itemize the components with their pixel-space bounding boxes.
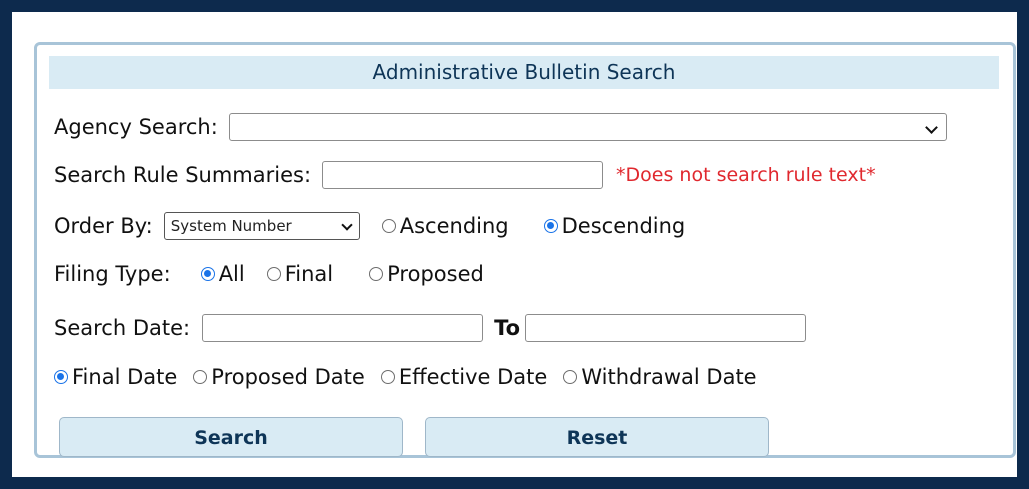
order-row: Order By: System Number Ascending Descen… — [54, 212, 685, 240]
search-panel: Administrative Bulletin Search Agency Se… — [34, 42, 1016, 458]
radio-effective-date-circle[interactable] — [380, 370, 395, 384]
radio-proposed-label: Proposed — [387, 262, 484, 286]
radio-final-date[interactable]: Final Date — [54, 365, 177, 389]
radio-ascending-circle[interactable] — [381, 219, 396, 233]
radio-effective-date-label: Effective Date — [398, 365, 548, 389]
date-type-row: Final Date Proposed Date Effective Date … — [54, 365, 757, 389]
radio-proposed[interactable]: Proposed — [369, 262, 484, 286]
radio-descending-circle[interactable] — [543, 219, 558, 233]
radio-final[interactable]: Final — [266, 262, 334, 286]
radio-withdrawal-date-circle[interactable] — [563, 370, 578, 384]
order-select-value: System Number — [170, 217, 292, 235]
date-to-input[interactable] — [525, 314, 807, 342]
radio-final-date-circle[interactable] — [54, 370, 68, 384]
radio-final-date-label: Final Date — [72, 365, 178, 389]
order-select[interactable]: System Number — [163, 212, 360, 240]
radio-effective-date[interactable]: Effective Date — [380, 365, 548, 389]
date-to-label: To — [494, 316, 521, 340]
date-label: Search Date: — [54, 316, 191, 340]
agency-label: Agency Search: — [54, 115, 218, 139]
agency-select[interactable] — [228, 113, 947, 141]
reset-button[interactable]: Reset — [425, 417, 769, 457]
agency-row: Agency Search: — [54, 113, 947, 141]
radio-withdrawal-date[interactable]: Withdrawal Date — [563, 365, 757, 389]
radio-descending[interactable]: Descending — [543, 214, 686, 238]
radio-all-circle[interactable] — [200, 267, 215, 281]
filing-row: Filing Type: All Final Proposed — [54, 262, 484, 286]
radio-withdrawal-date-label: Withdrawal Date — [581, 365, 757, 389]
radio-proposed-circle[interactable] — [369, 267, 384, 281]
search-note: *Does not search rule text* — [616, 164, 876, 186]
radio-all[interactable]: All — [200, 262, 245, 286]
date-row: Search Date: To — [54, 314, 807, 342]
radio-proposed-date-circle[interactable] — [193, 370, 208, 384]
radio-descending-label: Descending — [561, 214, 686, 238]
radio-final-label: Final — [284, 262, 334, 286]
date-from-input[interactable] — [202, 314, 484, 342]
summaries-row: Search Rule Summaries: *Does not search … — [54, 161, 876, 189]
radio-all-label: All — [218, 262, 245, 286]
summaries-label: Search Rule Summaries: — [54, 163, 312, 187]
summaries-input[interactable] — [322, 161, 604, 189]
panel-title: Administrative Bulletin Search — [49, 56, 999, 89]
search-button[interactable]: Search — [59, 417, 403, 457]
filing-label: Filing Type: — [54, 262, 171, 286]
radio-proposed-date[interactable]: Proposed Date — [193, 365, 365, 389]
order-label: Order By: — [54, 214, 153, 238]
chevron-down-icon — [341, 219, 353, 231]
radio-final-circle[interactable] — [266, 267, 281, 281]
radio-proposed-date-label: Proposed Date — [211, 365, 365, 389]
radio-ascending[interactable]: Ascending — [381, 214, 509, 238]
radio-ascending-label: Ascending — [399, 214, 509, 238]
chevron-down-icon — [924, 121, 938, 134]
